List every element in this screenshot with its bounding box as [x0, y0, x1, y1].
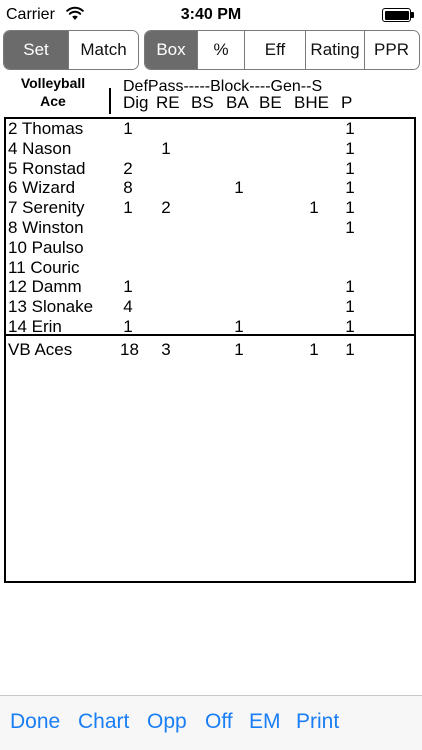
stat-bhe: 1	[309, 340, 319, 359]
player-row[interactable]: 12 Damm 1 1	[6, 277, 414, 297]
stat-category-header: DefPass-----Block----Gen--S	[123, 78, 323, 95]
tab-rating[interactable]: Rating	[306, 31, 365, 69]
view-segmented-control: Box% Eff Rating PPR	[144, 30, 420, 70]
stat-p: 1	[345, 277, 355, 297]
scope-segmented-control: Set Match	[3, 30, 139, 70]
off-button[interactable]: Off	[205, 710, 233, 734]
player-row[interactable]: 13 Slonake 4 1	[6, 297, 414, 317]
player-row[interactable]: 4 Nason 1 1	[6, 139, 414, 159]
stat-dig: 18	[120, 340, 139, 359]
player-name: 13 Slonake	[8, 297, 94, 317]
print-button[interactable]: Print	[296, 710, 339, 734]
opp-button[interactable]: Opp	[147, 710, 187, 734]
player-name: 14 Erin	[8, 317, 62, 336]
player-row[interactable]: 7 Serenity 1 2 1 1	[6, 198, 414, 218]
stat-p: 1	[345, 178, 355, 198]
stat-dig: 8	[123, 178, 133, 198]
tab-eff[interactable]: Eff	[245, 31, 306, 69]
totals-row[interactable]: VB Aces 18 3 1 1 1	[6, 340, 414, 360]
stat-dig: 1	[123, 198, 133, 218]
stat-re: 1	[161, 138, 171, 158]
tab-match[interactable]: Match	[69, 31, 138, 69]
column-header-re: RE	[156, 93, 180, 112]
stat-p: 1	[345, 138, 355, 158]
team-name-line2: Ace	[40, 93, 66, 109]
stat-p: 1	[345, 158, 355, 178]
team-name-line1: Volleyball	[20, 75, 86, 91]
player-name: 5 Ronstad	[8, 158, 86, 178]
player-name: 2 Thomas	[8, 119, 84, 138]
stat-dig: 1	[123, 317, 133, 336]
stat-re: 3	[161, 340, 171, 359]
column-header-ba: BA	[226, 93, 249, 112]
status-bar: Carrier 3:40 PM	[0, 0, 422, 30]
player-name: 12 Damm	[8, 277, 82, 297]
em-button[interactable]: EM	[249, 710, 281, 734]
player-row[interactable]: 2 Thomas 1 1	[6, 119, 414, 139]
column-header-p: P	[341, 93, 353, 112]
player-row[interactable]: 6 Wizard 8 1 1	[6, 178, 414, 198]
bottom-toolbar: Done Chart Opp Off EM Print	[0, 695, 422, 750]
battery-icon	[382, 8, 414, 22]
stat-p: 1	[345, 198, 355, 218]
column-header-bhe: BHE	[294, 93, 329, 112]
stat-dig: 1	[123, 119, 133, 138]
stat-p: 1	[345, 340, 355, 359]
player-name: 6 Wizard	[8, 178, 76, 198]
stat-p: 1	[345, 119, 355, 138]
stat-dig: 4	[123, 297, 133, 317]
stat-p: 1	[345, 297, 355, 317]
stat-ba: 1	[234, 340, 244, 359]
player-name: 4 Nason	[8, 138, 72, 158]
stat-p: 1	[345, 317, 355, 336]
tab-set[interactable]: Set	[4, 31, 70, 69]
player-row[interactable]: 5 Ronstad 2 1	[6, 159, 414, 179]
player-name: 7 Serenity	[8, 198, 85, 218]
player-name: 10 Paulso	[8, 237, 84, 257]
column-header-be: BE	[259, 93, 282, 112]
player-row[interactable]: 10 Paulso	[6, 238, 414, 258]
player-name: 8 Winston	[8, 218, 84, 237]
player-name: 11 Couric	[8, 257, 80, 277]
header-divider	[109, 88, 111, 114]
stat-dig: 1	[123, 277, 133, 297]
player-row[interactable]: 8 Winston 1	[6, 218, 414, 238]
player-row[interactable]: 14 Erin 1 1 1	[6, 317, 414, 337]
column-header-dig: Dig	[123, 93, 149, 112]
box-score-table: 2 Thomas 1 1 4 Nason 1 1 5 Ronstad 2 1 6 Wizard 8 1…	[4, 117, 416, 583]
team-header: Volleyball Ace	[3, 74, 103, 110]
stat-re: 2	[161, 198, 171, 218]
column-header-bs: BS	[191, 93, 214, 112]
tab-percent[interactable]: %	[198, 31, 245, 69]
stat-ba: 1	[234, 317, 244, 336]
done-button[interactable]: Done	[10, 710, 60, 734]
clock: 3:40 PM	[180, 6, 242, 23]
chart-button[interactable]: Chart	[78, 710, 129, 734]
stat-dig: 2	[123, 158, 133, 178]
stat-bhe: 1	[309, 198, 319, 218]
tab-box[interactable]: Box	[145, 31, 198, 69]
player-row[interactable]: 11 Couric	[6, 258, 414, 278]
stat-p: 1	[345, 218, 355, 237]
tab-ppr[interactable]: PPR	[365, 31, 418, 69]
totals-name: VB Aces	[8, 340, 73, 359]
stat-ba: 1	[234, 178, 244, 198]
